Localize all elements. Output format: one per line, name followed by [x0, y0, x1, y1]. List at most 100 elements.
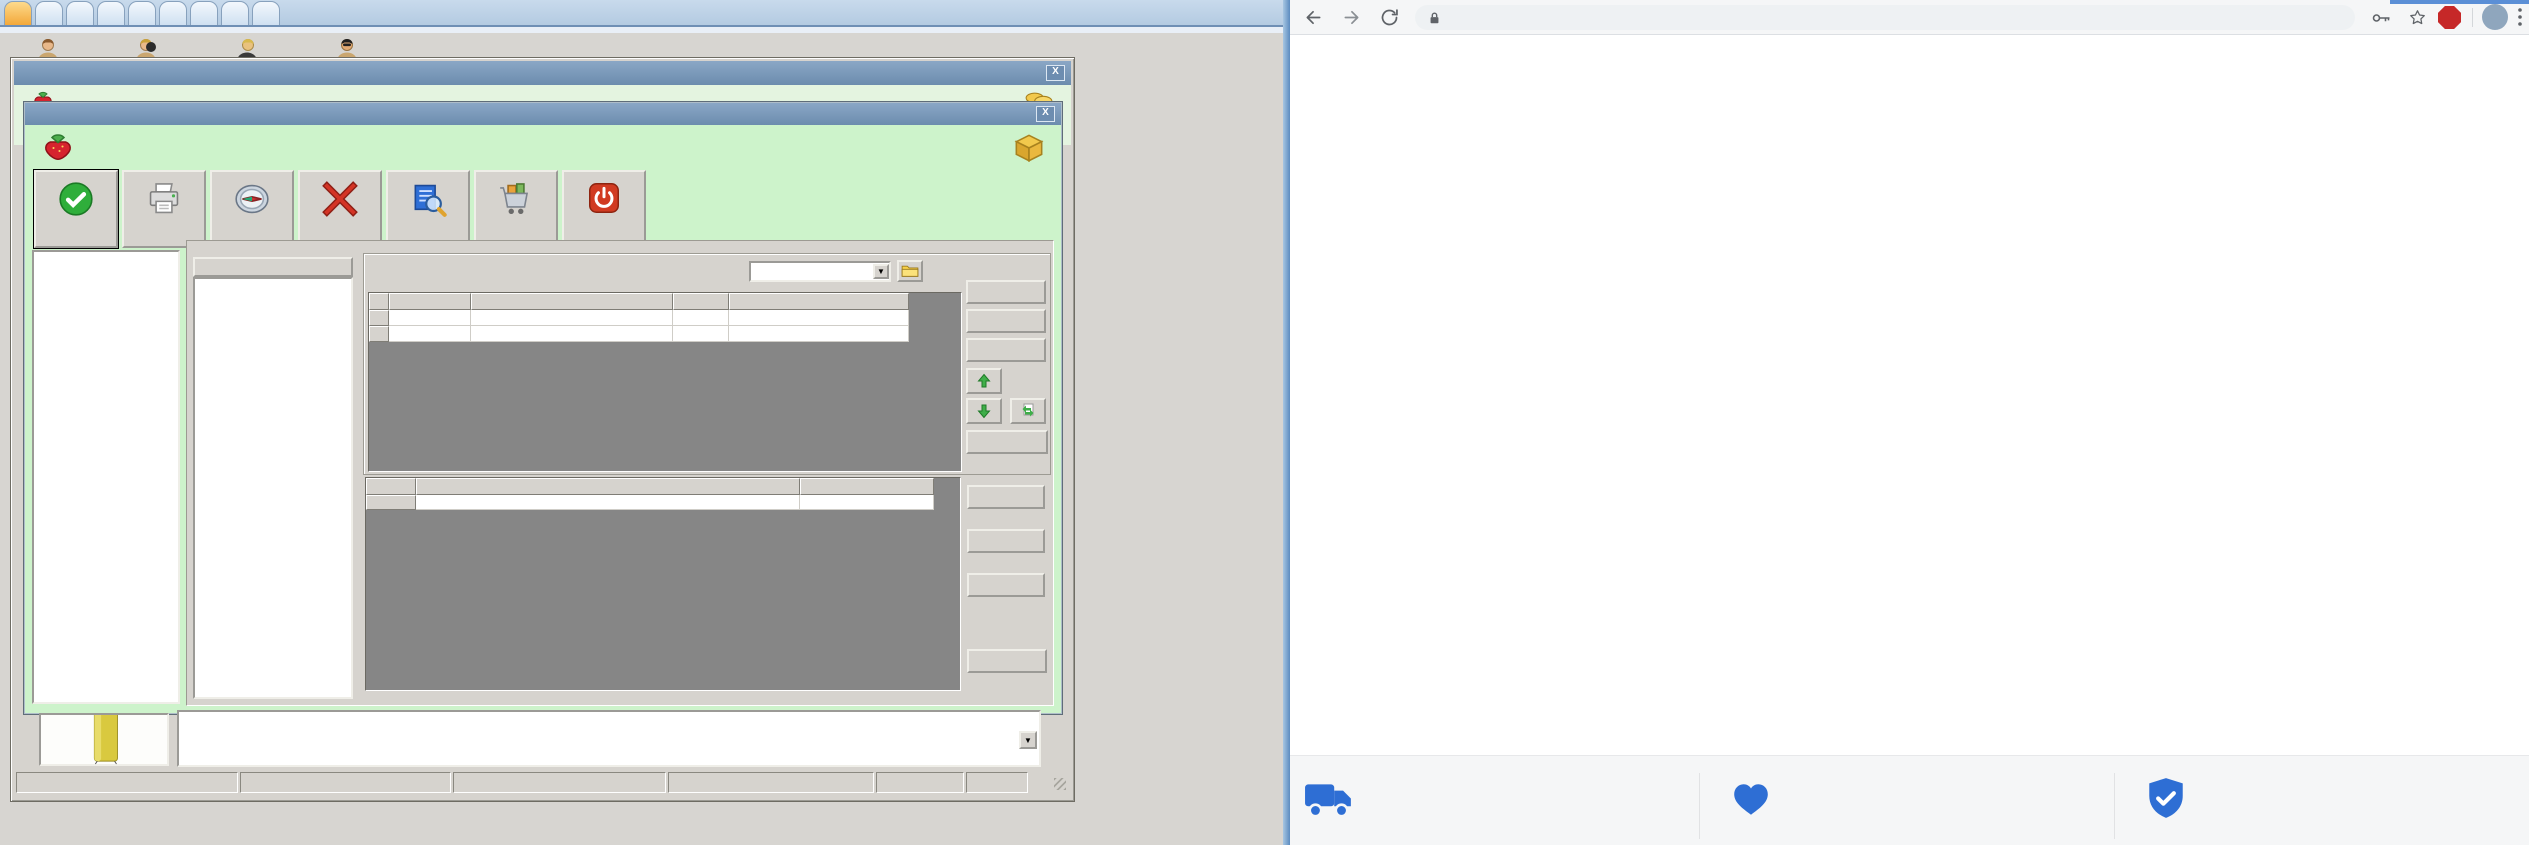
tab-ecommerce-ebay[interactable] — [159, 1, 187, 25]
col-quant[interactable] — [673, 293, 729, 310]
tab-gestione-messaggistica[interactable] — [221, 1, 249, 25]
col-descrizione[interactable] — [471, 293, 673, 310]
html-source-editor[interactable]: ▼ — [177, 710, 1041, 767]
tipi-list — [193, 277, 353, 699]
swap-button[interactable] — [1010, 398, 1046, 424]
status-company — [240, 772, 451, 793]
tab-vendite[interactable] — [35, 1, 63, 25]
table-row-empty[interactable] — [366, 495, 934, 510]
folder-icon — [901, 264, 919, 278]
strawberry-header-icon — [38, 130, 78, 166]
compass-icon — [233, 180, 271, 218]
tabbar-strip — [0, 27, 1283, 33]
erp-app: X X ▼ ▼ — [0, 0, 1283, 845]
equivalente-grid — [368, 292, 962, 472]
cell-quant — [673, 310, 729, 326]
product-photo[interactable] — [39, 713, 169, 766]
window-close-icon[interactable]: X — [1046, 65, 1065, 81]
printer-icon — [145, 180, 183, 218]
status-records — [16, 772, 238, 793]
col-annotazioni[interactable] — [800, 478, 934, 495]
cell-note — [729, 310, 909, 326]
equivalente-delete-button[interactable] — [966, 309, 1046, 333]
equivalente-import-button[interactable] — [966, 338, 1046, 362]
dialog-close-icon[interactable]: X — [1036, 106, 1055, 122]
status-time — [966, 772, 1028, 793]
move-up-button[interactable] — [966, 368, 1002, 394]
padlock-icon[interactable] — [1429, 11, 1440, 25]
open-view-button[interactable] — [897, 260, 923, 282]
print-button[interactable] — [122, 170, 206, 248]
contenuto-add-button[interactable] — [967, 485, 1045, 509]
contenuto-grid — [365, 477, 961, 691]
save-button[interactable] — [33, 169, 119, 249]
back-icon[interactable] — [1303, 7, 1324, 28]
browser — [1290, 0, 2529, 845]
equivalente-groupbox: ▼ — [363, 253, 1051, 475]
browser-window-edge — [1283, 0, 1290, 845]
tab-forum-di-supporto[interactable] — [190, 1, 218, 25]
statusbar — [14, 770, 1071, 796]
resize-grip[interactable] — [1054, 778, 1066, 790]
navigator-button[interactable] — [210, 170, 294, 248]
cart-icon — [497, 180, 535, 218]
contenuto-import-button[interactable] — [967, 573, 1045, 597]
arrow-down-icon — [976, 403, 992, 419]
features-bar — [1290, 755, 2529, 845]
book-search-icon — [409, 180, 447, 218]
fridge-image — [73, 714, 135, 765]
visualizzazione-select[interactable]: ▼ — [749, 261, 891, 282]
screen: X X ▼ ▼ — [0, 0, 2529, 845]
dialog-articolo: X ▼ — [23, 101, 1063, 715]
bookmark-star-icon[interactable] — [2408, 8, 2427, 27]
window-titlebar[interactable]: X — [14, 61, 1071, 85]
contenuto-delete-all-button[interactable] — [967, 649, 1047, 673]
truck-icon — [1304, 776, 1354, 822]
table-row[interactable] — [369, 310, 909, 326]
menu-dots-icon[interactable] — [2518, 8, 2522, 26]
save-check-icon — [57, 180, 95, 218]
move-down-button[interactable] — [966, 398, 1002, 424]
reload-icon[interactable] — [1379, 7, 1400, 28]
col-cod[interactable] — [366, 478, 416, 495]
status-version — [453, 772, 666, 793]
cell-codice — [389, 310, 471, 326]
shield-check-icon — [2145, 776, 2187, 822]
feature-divider-1 — [1699, 773, 1700, 839]
col-codice[interactable] — [389, 293, 471, 310]
add-to-cart-button[interactable] — [474, 170, 558, 248]
swap-arrows-icon — [1020, 403, 1036, 419]
status-license — [668, 772, 874, 793]
exit-button[interactable] — [562, 170, 646, 248]
other-button[interactable] — [386, 170, 470, 248]
arrow-up-icon — [976, 373, 992, 389]
col-descrizione2[interactable] — [416, 478, 800, 495]
tipi-header-button[interactable] — [193, 257, 353, 277]
table-row-empty[interactable] — [369, 326, 909, 342]
tab-contabilita[interactable] — [128, 1, 156, 25]
window-anagrafica-articoli: X X ▼ ▼ — [10, 57, 1075, 802]
col-note[interactable] — [729, 293, 909, 310]
equivalente-delete-all-button[interactable] — [966, 430, 1048, 454]
contenuto-delete-button[interactable] — [967, 529, 1045, 553]
window-top-accent — [2390, 0, 2529, 4]
dialog-titlebar[interactable]: X — [25, 103, 1061, 125]
tab-desktop[interactable] — [4, 1, 32, 25]
profile-avatar[interactable] — [2482, 4, 2508, 30]
tab-acquisti[interactable] — [66, 1, 94, 25]
feature-divider-2 — [2114, 773, 2115, 839]
adblock-abp-icon[interactable] — [2438, 6, 2461, 29]
editor-dropdown-icon[interactable]: ▼ — [1019, 731, 1037, 749]
dialog-sidebar — [32, 250, 180, 704]
password-key-icon[interactable] — [2372, 12, 2392, 24]
forward-icon[interactable] — [1341, 7, 1362, 28]
gold-box-icon — [1010, 128, 1048, 168]
omnibox[interactable] — [1415, 5, 2355, 30]
heart-icon — [1730, 778, 1772, 820]
delete-button[interactable] — [298, 170, 382, 248]
equivalente-add-button[interactable] — [966, 280, 1046, 304]
chevron-down-icon[interactable]: ▼ — [873, 264, 889, 279]
tab-more[interactable] — [252, 1, 280, 25]
browser-toolbar — [1290, 0, 2529, 35]
tab-magazzino[interactable] — [97, 1, 125, 25]
